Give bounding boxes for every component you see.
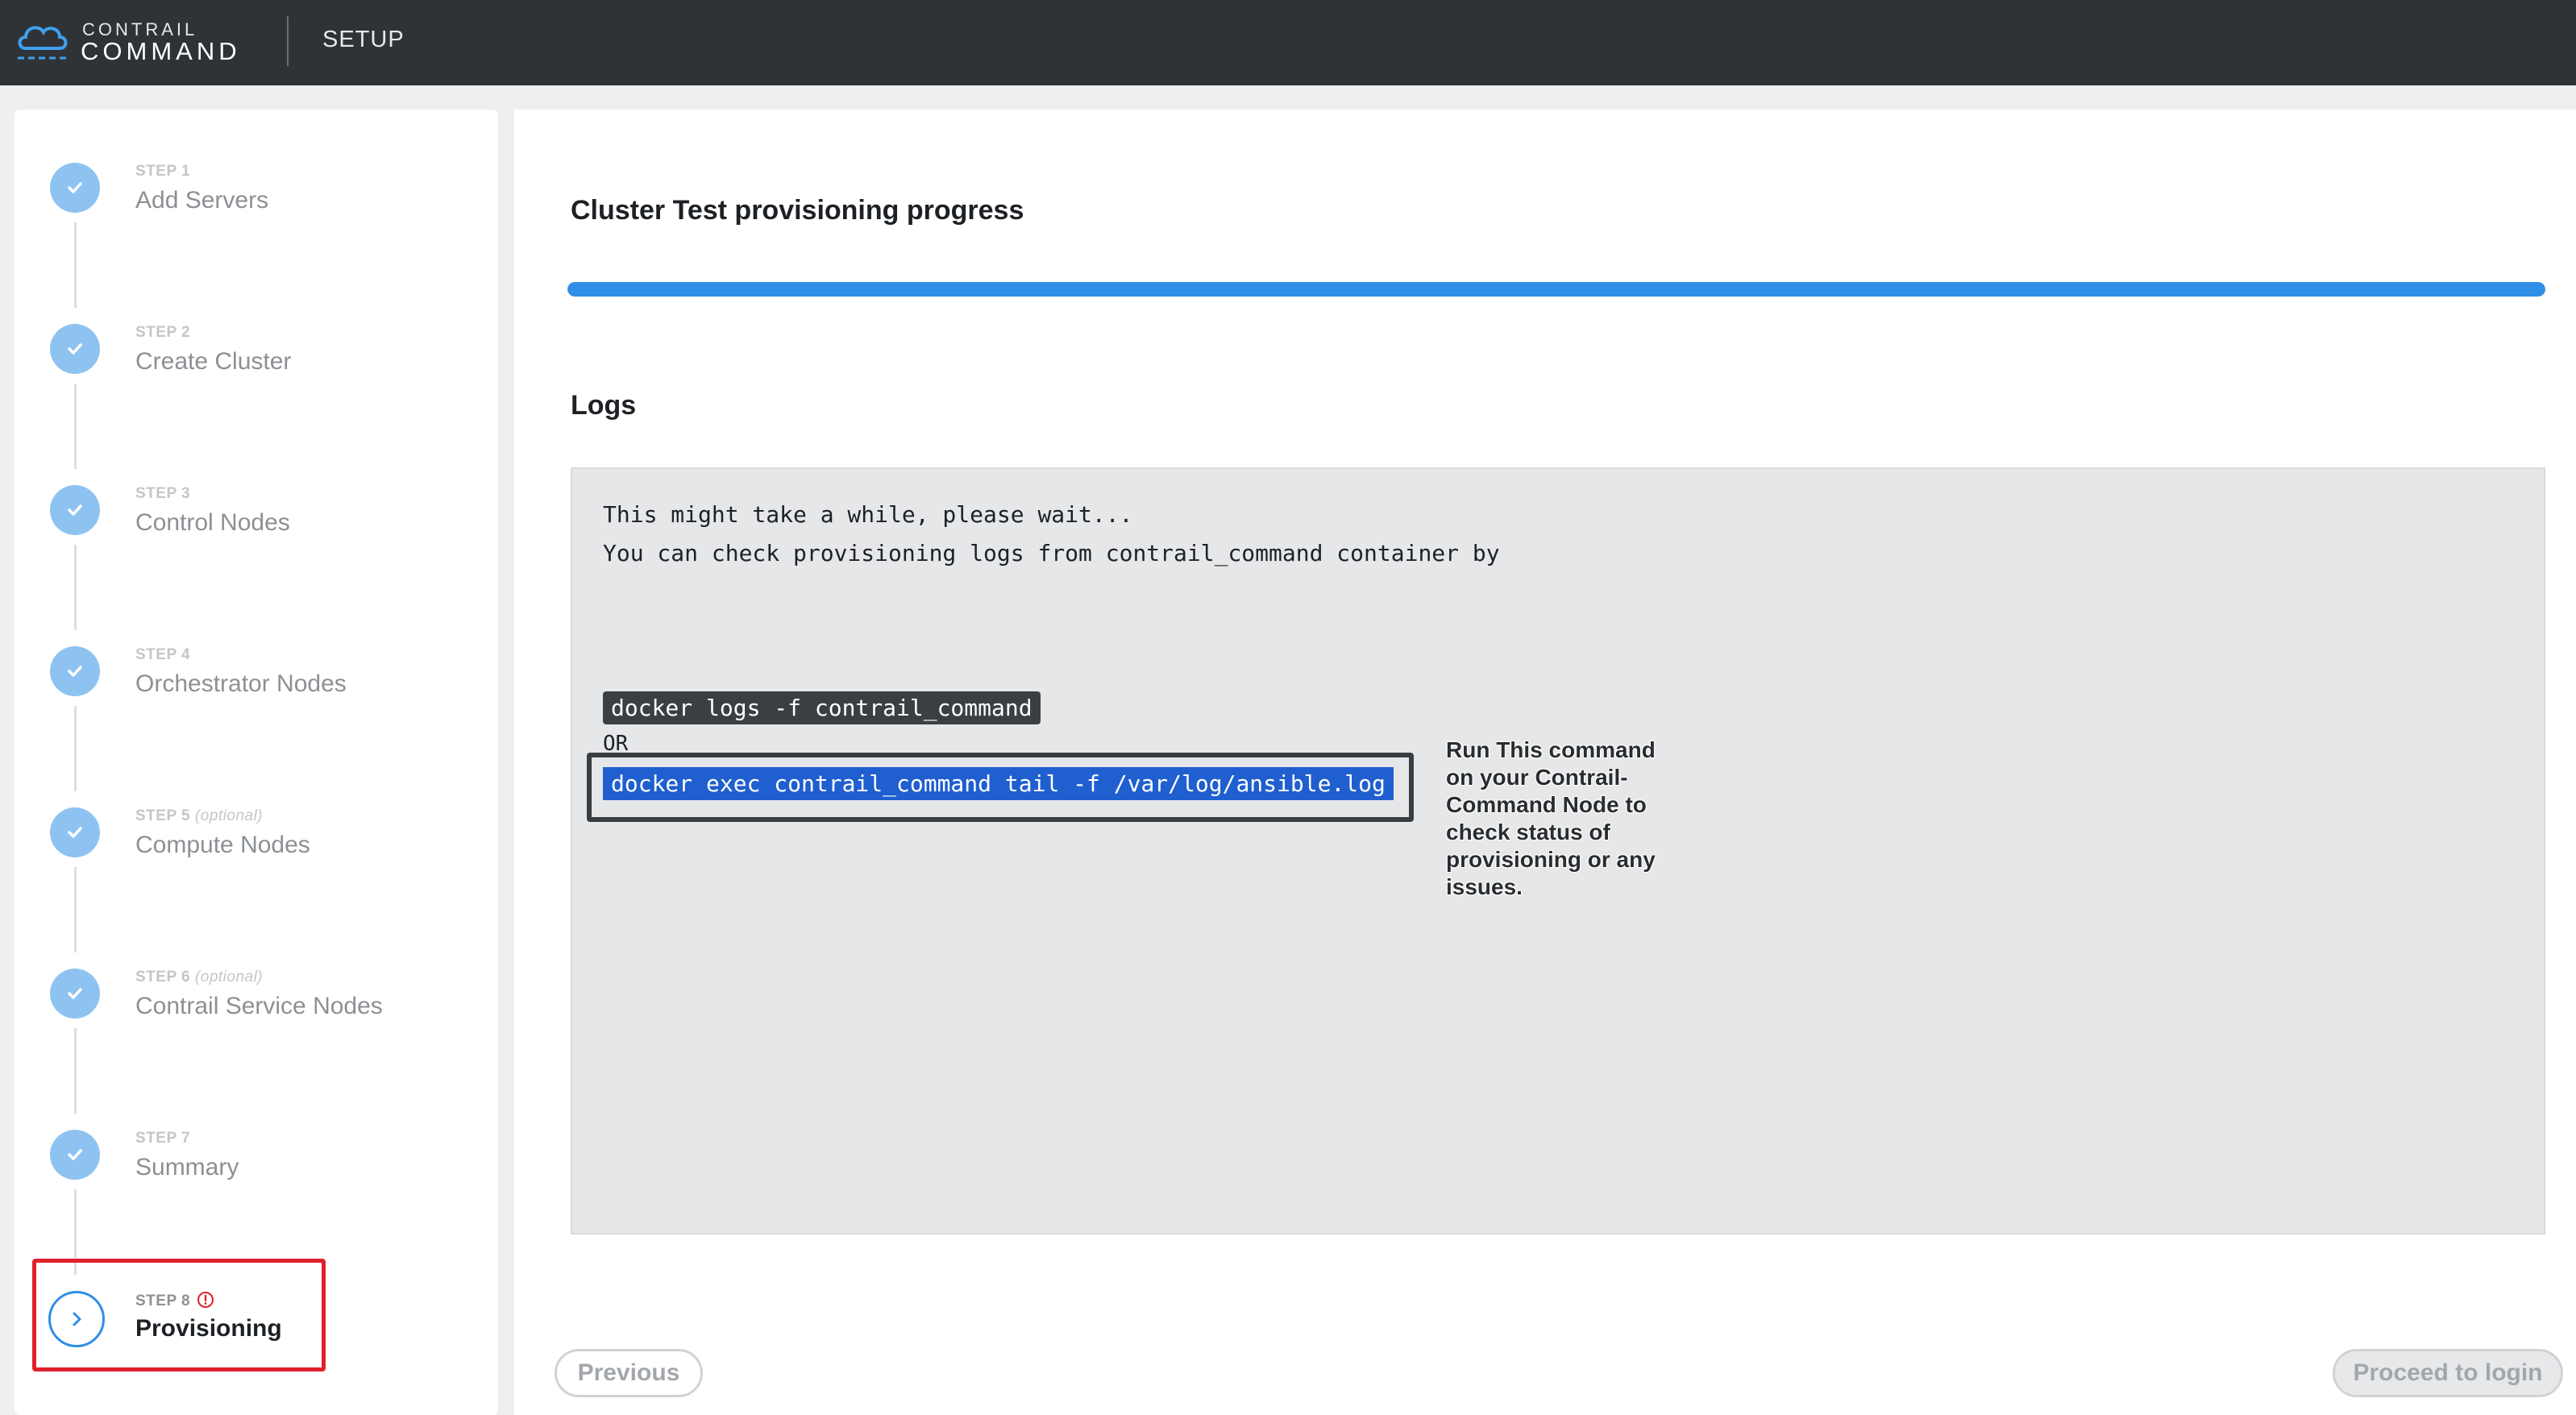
step-orchestrator-nodes[interactable]: STEP 4 Orchestrator Nodes	[15, 646, 498, 743]
logo-text-bottom: COMMAND	[81, 37, 241, 65]
step-number: STEP 4	[135, 646, 191, 663]
step-connector	[74, 706, 77, 791]
step-title: Control Nodes	[135, 509, 290, 536]
step-connector	[74, 384, 77, 469]
step-title: Create Cluster	[135, 348, 292, 375]
step-title: Compute Nodes	[135, 832, 310, 858]
step-title: Orchestrator Nodes	[135, 670, 347, 697]
step-title: Contrail Service Nodes	[135, 993, 383, 1019]
step-number: STEP 5 (optional)	[135, 807, 264, 824]
step-number: STEP 1	[135, 163, 191, 180]
optional-tag: (optional)	[194, 807, 264, 824]
check-icon	[50, 646, 100, 696]
step-title: Summary	[135, 1154, 239, 1181]
step-contrail-service-nodes[interactable]: STEP 6 (optional) Contrail Service Nodes	[15, 969, 498, 1065]
logs-title: Logs	[571, 390, 637, 421]
check-icon	[50, 324, 100, 374]
section-title: SETUP	[322, 27, 405, 52]
check-icon	[50, 807, 100, 857]
step-number: STEP 3	[135, 485, 191, 502]
provisioning-progress-bar	[567, 282, 2545, 297]
step-connector	[74, 1028, 77, 1114]
callout-note: Run This command on your Contrail-Comman…	[1446, 737, 1656, 899]
step-connector	[74, 867, 77, 952]
proceed-to-login-button[interactable]: Proceed to login	[2333, 1349, 2563, 1397]
step-compute-nodes[interactable]: STEP 5 (optional) Compute Nodes	[15, 807, 498, 904]
log-line: You can check provisioning logs from con…	[603, 540, 1500, 566]
check-icon	[50, 1130, 100, 1180]
step-create-cluster[interactable]: STEP 2 Create Cluster	[15, 324, 498, 421]
step-control-nodes[interactable]: STEP 3 Control Nodes	[15, 485, 498, 582]
optional-tag: (optional)	[194, 969, 264, 986]
log-line: This might take a while, please wait...	[603, 501, 1133, 528]
previous-button[interactable]: Previous	[555, 1349, 703, 1397]
step-connector	[74, 222, 77, 308]
step-number: STEP 7	[135, 1130, 191, 1147]
step-connector	[74, 545, 77, 630]
top-bar: CONTRAIL COMMAND SETUP	[0, 0, 2576, 85]
active-step-highlight	[32, 1259, 326, 1371]
header-divider	[287, 16, 289, 66]
setup-steps-sidebar: STEP 1 Add Servers STEP 2 Create Cluster…	[15, 110, 498, 1415]
check-icon	[50, 163, 100, 213]
step-summary[interactable]: STEP 7 Summary	[15, 1130, 498, 1226]
step-add-servers[interactable]: STEP 1 Add Servers	[15, 163, 498, 259]
contrail-cloud-logo-icon	[18, 26, 68, 60]
progress-fill	[567, 282, 2545, 297]
main-panel: Cluster Test provisioning progress Logs …	[514, 110, 2576, 1415]
logs-panel[interactable]: This might take a while, please wait... …	[571, 467, 2545, 1234]
step-title: Add Servers	[135, 187, 269, 214]
step-number: STEP 2	[135, 324, 191, 341]
docker-exec-command[interactable]: docker exec contrail_command tail -f /va…	[603, 767, 1394, 800]
progress-title: Cluster Test provisioning progress	[571, 195, 1024, 226]
step-number: STEP 6 (optional)	[135, 969, 264, 986]
check-icon	[50, 969, 100, 1019]
check-icon	[50, 485, 100, 535]
docker-logs-command[interactable]: docker logs -f contrail_command	[603, 691, 1041, 724]
